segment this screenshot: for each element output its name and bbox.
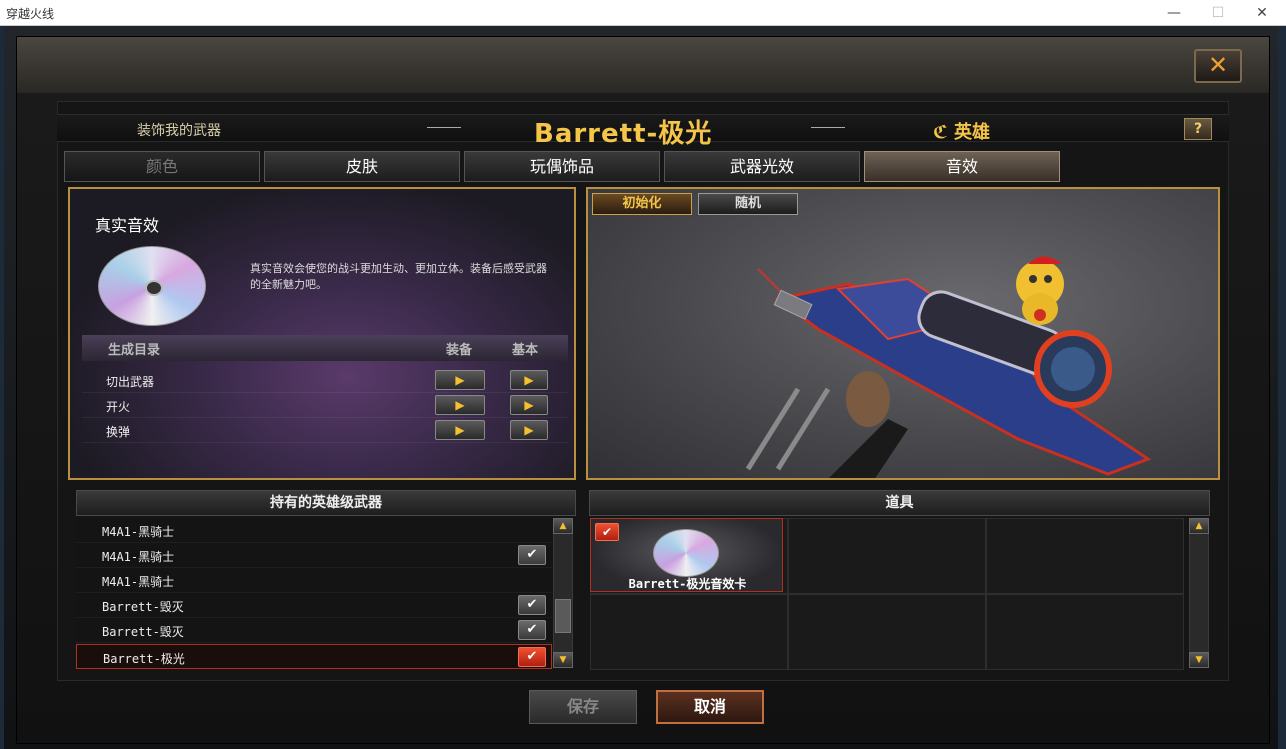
play-basic-button[interactable]: ▶ — [510, 370, 548, 390]
sound-card-item[interactable]: ✔ Barrett-极光音效卡 — [590, 518, 783, 592]
scroll-up-button[interactable]: ▲ — [553, 518, 573, 534]
items-header: 道具 — [589, 490, 1210, 516]
items-scrollbar[interactable]: ▲ ▼ — [1189, 518, 1209, 668]
hero-badge: ℭ 英雄 — [933, 118, 990, 144]
sound-panel-title: 真实音效 — [95, 216, 160, 235]
sound-disc-icon — [98, 246, 206, 326]
help-button[interactable]: ? — [1184, 118, 1212, 140]
weapon-name: M4A1-黑骑士 — [102, 525, 175, 539]
cancel-button[interactable]: 取消 — [656, 690, 764, 724]
equipped-check-icon[interactable]: ✔ — [518, 647, 546, 667]
save-button[interactable]: 保存 — [529, 690, 637, 724]
column-category: 生成目录 — [108, 343, 161, 358]
scroll-thumb[interactable] — [555, 599, 571, 633]
window-title: 穿越火线 — [6, 7, 55, 21]
sound-row-reload: 换弹 ▶ ▶ — [82, 419, 568, 443]
sound-effect-panel: 真实音效 真实音效会使您的战斗更加生动、更加立体。装备后感受武器的全新魅力吧。 … — [68, 187, 576, 480]
sound-disc-icon — [653, 529, 719, 577]
weapon-name: Barrett-毁灭 — [102, 600, 184, 614]
play-equip-button[interactable]: ▶ — [435, 420, 485, 440]
column-basic: 基本 — [512, 343, 539, 358]
weapon-row[interactable]: Barrett-毁灭 ✔ — [76, 618, 552, 643]
tab-skin[interactable]: 皮肤 — [264, 151, 460, 182]
weapon-row-selected[interactable]: Barrett-极光 ✔ — [76, 644, 552, 669]
scroll-up-button[interactable]: ▲ — [1189, 518, 1209, 534]
maximize-button[interactable]: ☐ — [1196, 0, 1240, 26]
item-slot[interactable] — [986, 518, 1184, 594]
play-equip-button[interactable]: ▶ — [435, 395, 485, 415]
tab-sound-effect[interactable]: 音效 — [864, 151, 1060, 182]
equipped-check-icon[interactable]: ✔ — [518, 620, 546, 640]
tab-doll-ornament[interactable]: 玩偶饰品 — [464, 151, 660, 182]
tab-color[interactable]: 颜色 — [64, 151, 260, 182]
title-divider-right — [811, 127, 845, 128]
item-name: Barrett-极光音效卡 — [628, 577, 747, 591]
play-equip-button[interactable]: ▶ — [435, 370, 485, 390]
title-row: 装饰我的武器 Barrett-极光 ℭ 英雄 ? — [57, 114, 1229, 149]
weapon-name: M4A1-黑骑士 — [102, 575, 175, 589]
tab-weapon-glow[interactable]: 武器光效 — [664, 151, 860, 182]
weapon-name: M4A1-黑骑士 — [102, 550, 175, 564]
sound-description: 真实音效会使您的战斗更加生动、更加立体。装备后感受武器的全新魅力吧。 — [250, 262, 547, 291]
hero-label: 英雄 — [954, 122, 991, 143]
sound-row-label: 切出武器 — [106, 375, 155, 389]
weapon-name: Barrett-毁灭 — [102, 625, 184, 639]
item-slot[interactable] — [788, 594, 986, 670]
item-slot[interactable] — [788, 518, 986, 594]
window-titlebar: 穿越火线 — ☐ ✕ — [0, 0, 1286, 26]
equipped-check-icon[interactable]: ✔ — [518, 545, 546, 565]
play-basic-button[interactable]: ▶ — [510, 395, 548, 415]
weapon-preview[interactable]: 初始化 随机 — [586, 187, 1220, 480]
weapon-name: Barrett-极光 — [103, 652, 185, 666]
equipped-check-icon[interactable]: ✔ — [518, 595, 546, 615]
barrett-rifle-image — [745, 256, 1152, 478]
dialog-close-button[interactable]: ✕ — [1194, 49, 1242, 83]
weapon-row[interactable]: M4A1-黑骑士 ✔ — [76, 543, 552, 568]
weapons-scrollbar[interactable]: ▲ ▼ — [553, 518, 573, 668]
dialog-header — [17, 37, 1269, 93]
title-divider-left — [427, 127, 461, 128]
scroll-down-button[interactable]: ▼ — [553, 652, 573, 668]
column-equip: 装备 — [446, 343, 473, 358]
owned-weapons-header: 持有的英雄级武器 — [76, 490, 576, 516]
sound-row-label: 开火 — [106, 400, 131, 414]
sound-row-draw: 切出武器 ▶ ▶ — [82, 369, 568, 393]
play-basic-button[interactable]: ▶ — [510, 420, 548, 440]
window-close-button[interactable]: ✕ — [1240, 0, 1284, 26]
item-slot[interactable] — [590, 594, 788, 670]
window-right-edge — [1278, 26, 1286, 749]
weapon-row[interactable]: M4A1-黑骑士 — [76, 518, 552, 543]
item-slot[interactable] — [986, 594, 1184, 670]
minimize-button[interactable]: — — [1152, 0, 1196, 26]
owned-weapons-list: M4A1-黑骑士 M4A1-黑骑士 ✔ M4A1-黑骑士 Barrett-毁灭 … — [76, 518, 552, 670]
weapon-row[interactable]: M4A1-黑骑士 — [76, 568, 552, 593]
dialog-subtitle: 装饰我的武器 — [137, 123, 221, 139]
weapon-title: Barrett-极光 — [534, 119, 713, 149]
item-selected-check-icon: ✔ — [595, 523, 619, 541]
sound-row-label: 换弹 — [106, 425, 131, 439]
sound-list-header: 生成目录 装备 基本 — [82, 335, 568, 361]
weapon-row[interactable]: Barrett-毁灭 ✔ — [76, 593, 552, 618]
sound-row-fire: 开火 ▶ ▶ — [82, 394, 568, 418]
scroll-down-button[interactable]: ▼ — [1189, 652, 1209, 668]
hero-emblem-icon: ℭ — [933, 122, 948, 143]
